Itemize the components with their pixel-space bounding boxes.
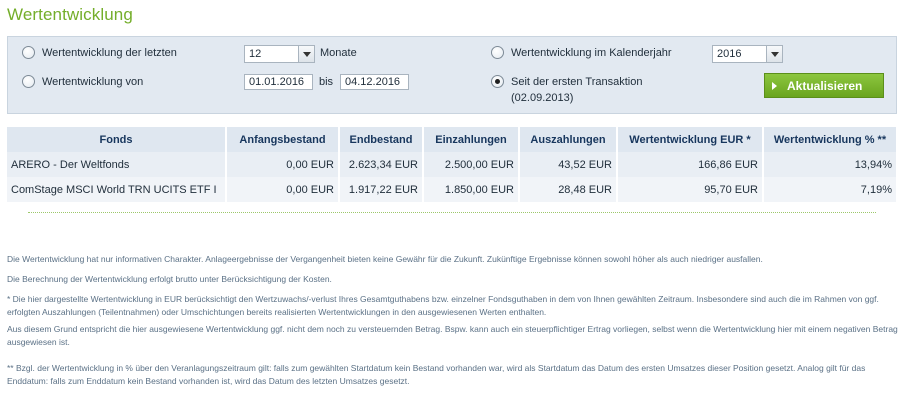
radio-calendar-year[interactable] <box>491 46 504 59</box>
end-balance-cell: 1.917,22 EUR <box>339 177 424 202</box>
update-button-label: Aktualisieren <box>787 79 863 93</box>
deposits-cell: 2.500,00 EUR <box>423 152 520 177</box>
cost-note: Die Berechnung der Wertentwicklung erfol… <box>7 274 332 284</box>
months-select-value: 12 <box>249 48 262 60</box>
radio-date-range[interactable] <box>22 75 35 88</box>
col-header-fonds[interactable]: Fonds <box>7 127 227 152</box>
col-header-wertentwicklung-pct[interactable]: Wertentwicklung % ** <box>763 127 898 152</box>
col-header-wertentwicklung-eur[interactable]: Wertentwicklung EUR * <box>617 127 764 152</box>
year-select-value: 2016 <box>717 48 742 60</box>
tax-note: Aus diesem Grund entspricht die hier aus… <box>7 324 898 347</box>
start-balance-cell: 0,00 EUR <box>226 152 340 177</box>
performance-eur-cell: 166,86 EUR <box>617 152 764 177</box>
last-period-label: Wertentwicklung der letzten <box>42 47 177 59</box>
table-row[interactable]: ARERO - Der Weltfonds 0,00 EUR 2.623,34 … <box>7 152 898 177</box>
year-select[interactable]: 2016 <box>712 45 783 63</box>
chevron-down-icon <box>766 46 782 62</box>
since-first-date: (02.09.2013) <box>511 92 574 104</box>
fund-name-cell: ARERO - Der Weltfonds <box>7 152 227 177</box>
col-header-einzahlungen[interactable]: Einzahlungen <box>423 127 520 152</box>
date-to-input[interactable]: 04.12.2016 <box>340 74 409 90</box>
date-range-label: Wertentwicklung von <box>42 76 144 88</box>
fund-name-cell: ComStage MSCI World TRN UCITS ETF I <box>7 177 227 202</box>
play-icon <box>772 82 777 90</box>
deposits-cell: 1.850,00 EUR <box>423 177 520 202</box>
eur-footnote: * Die hier dargestellte Wertentwicklung … <box>7 294 879 317</box>
performance-pct-cell: 13,94% <box>763 152 898 177</box>
performance-table: Fonds Anfangsbestand Endbestand Einzahlu… <box>7 127 898 202</box>
performance-eur-cell: 95,70 EUR <box>617 177 764 202</box>
months-select[interactable]: 12 <box>244 45 315 63</box>
date-from-input[interactable]: 01.01.2016 <box>244 74 313 90</box>
dotted-divider <box>28 212 876 213</box>
radio-since-first-transaction[interactable] <box>491 75 504 88</box>
table-header-row: Fonds Anfangsbestand Endbestand Einzahlu… <box>7 127 898 152</box>
page-title: Wertentwicklung <box>7 5 133 24</box>
percent-footnote: ** Bzgl. der Wertentwicklung in % über d… <box>7 363 866 386</box>
withdrawals-cell: 43,52 EUR <box>519 152 618 177</box>
end-balance-cell: 2.623,34 EUR <box>339 152 424 177</box>
performance-pct-cell: 7,19% <box>763 177 898 202</box>
col-header-endbestand[interactable]: Endbestand <box>339 127 424 152</box>
since-first-label: Seit der ersten Transaktion <box>511 76 643 88</box>
update-button[interactable]: Aktualisieren <box>764 73 884 98</box>
table-row[interactable]: ComStage MSCI World TRN UCITS ETF I 0,00… <box>7 177 898 202</box>
withdrawals-cell: 28,48 EUR <box>519 177 618 202</box>
calendar-year-label: Wertentwicklung im Kalenderjahr <box>511 47 672 59</box>
date-range-separator: bis <box>319 76 334 88</box>
months-unit-label: Monate <box>320 47 357 59</box>
start-balance-cell: 0,00 EUR <box>226 177 340 202</box>
chevron-down-icon <box>298 46 314 62</box>
col-header-anfangsbestand[interactable]: Anfangsbestand <box>226 127 340 152</box>
disclaimer-note: Die Wertentwicklung hat nur informativen… <box>7 254 763 264</box>
col-header-auszahlungen[interactable]: Auszahlungen <box>519 127 618 152</box>
radio-last-period[interactable] <box>22 46 35 59</box>
